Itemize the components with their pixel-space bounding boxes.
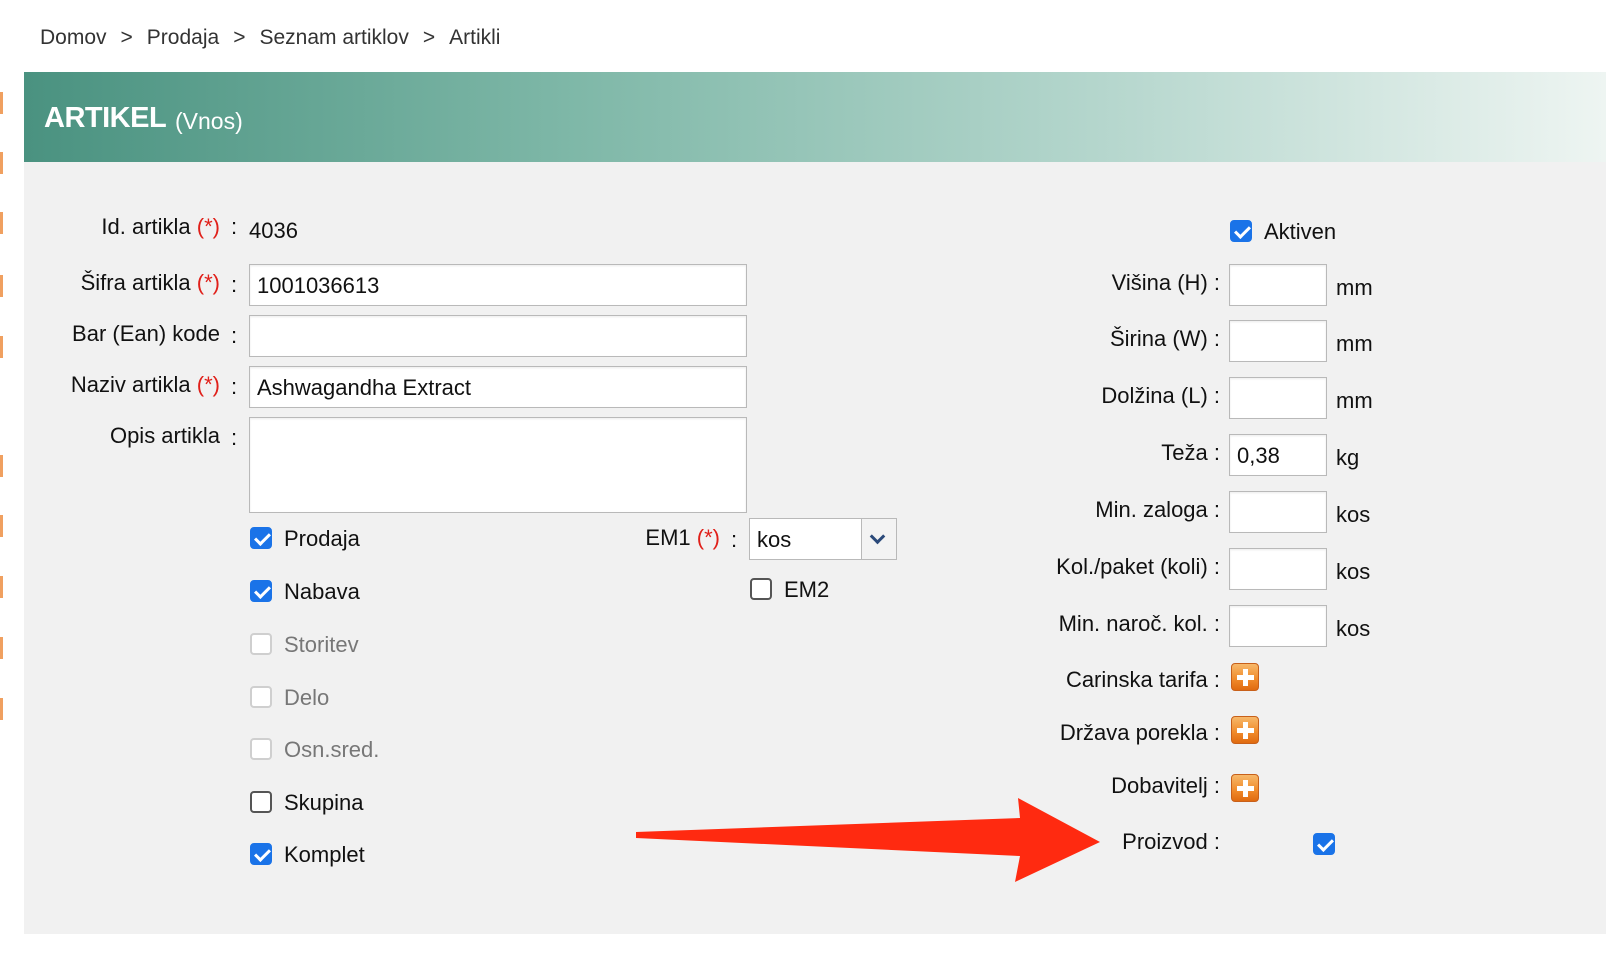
ean-input[interactable] (249, 315, 747, 357)
teza-unit: kg (1336, 445, 1360, 470)
drzava-label: Država porekla : (1059, 720, 1220, 745)
sirina-unit: mm (1336, 331, 1373, 356)
osn-sred-label: Osn.sred. (284, 737, 380, 762)
sifra-label: Šifra artikla (*) (80, 270, 220, 295)
edge-marker (0, 92, 3, 114)
skupina-label: Skupina (284, 790, 364, 815)
id-label: Id. artikla (*) (101, 214, 220, 239)
breadcrumb-item-seznam-artiklov[interactable]: Seznam artiklov (259, 26, 408, 50)
dolzina-input[interactable] (1229, 377, 1327, 419)
visina-input[interactable] (1229, 264, 1327, 306)
dolzina-unit: mm (1336, 388, 1373, 413)
page-header: ARTIKEL (Vnos) (24, 72, 1606, 162)
carinska-label: Carinska tarifa : (1065, 667, 1220, 692)
edge-marker (0, 455, 3, 477)
page-title: ARTIKEL (44, 102, 167, 134)
chevron-down-icon[interactable] (861, 519, 896, 559)
osn-sred-checkbox[interactable] (250, 738, 272, 760)
opis-textarea[interactable] (249, 417, 747, 513)
delo-checkbox[interactable] (250, 686, 272, 708)
annotation-arrow-icon (636, 798, 1100, 882)
id-value: 4036 (249, 218, 298, 243)
add-carinska-tarifa-icon[interactable] (1231, 663, 1259, 691)
kol-paket-input[interactable] (1229, 548, 1327, 590)
edge-marker (0, 336, 3, 358)
add-dobavitelj-icon[interactable] (1231, 774, 1259, 802)
em2-label: EM2 (784, 577, 830, 602)
skupina-checkbox[interactable] (250, 791, 272, 813)
teza-label: Teža : (1161, 440, 1220, 465)
nabava-checkbox[interactable] (250, 580, 272, 602)
opis-label: Opis artikla (109, 423, 220, 448)
storitev-checkbox[interactable] (250, 633, 272, 655)
prodaja-checkbox[interactable] (250, 527, 272, 549)
nabava-label: Nabava (284, 579, 360, 604)
naziv-input[interactable]: Ashwagandha Extract (249, 366, 747, 408)
edge-marker (0, 212, 3, 234)
proizvod-checkbox[interactable] (1313, 833, 1335, 855)
aktiven-label: Aktiven (1264, 219, 1337, 244)
breadcrumb-item-domov[interactable]: Domov (40, 26, 107, 50)
min-zaloga-input[interactable] (1229, 491, 1327, 533)
breadcrumb-separator: > (233, 26, 246, 49)
edge-marker (0, 576, 3, 598)
em1-selected-value: kos (757, 527, 792, 552)
min-zaloga-unit: kos (1336, 502, 1371, 527)
edge-marker (0, 637, 3, 659)
min-naroc-label: Min. naroč. kol. : (1058, 611, 1220, 636)
breadcrumb: Domov > Prodaja > Seznam artiklov > Artikli (40, 26, 500, 50)
proizvod-label: Proizvod : (1122, 829, 1220, 854)
sirina-input[interactable] (1229, 320, 1327, 362)
colon: : (231, 425, 238, 450)
breadcrumb-separator: > (422, 26, 436, 49)
edge-marker (0, 152, 3, 174)
komplet-checkbox[interactable] (250, 843, 272, 865)
prodaja-label: Prodaja (284, 526, 360, 551)
visina-unit: mm (1336, 275, 1373, 300)
edge-marker (0, 698, 3, 720)
dolzina-label: Dolžina (L) : (1101, 383, 1220, 408)
colon: : (731, 527, 738, 552)
page-subtitle: (Vnos) (175, 108, 243, 134)
breadcrumb-separator: > (120, 26, 133, 49)
visina-label: Višina (H) : (1111, 270, 1220, 295)
teza-input[interactable]: 0,38 (1229, 434, 1327, 476)
breadcrumb-item-artikli: Artikli (449, 26, 501, 49)
delo-label: Delo (284, 685, 330, 710)
edge-marker (0, 275, 3, 297)
breadcrumb-item-prodaja[interactable]: Prodaja (147, 26, 219, 50)
colon: : (231, 214, 238, 239)
sifra-input[interactable]: 1001036613 (249, 264, 747, 306)
sirina-label: Širina (W) : (1110, 326, 1220, 351)
em1-select[interactable]: kos (749, 518, 897, 560)
kol-paket-label: Kol./paket (koli) : (1056, 554, 1220, 579)
add-drzava-porekla-icon[interactable] (1231, 716, 1259, 744)
colon: : (231, 374, 238, 399)
min-naroc-input[interactable] (1229, 605, 1327, 647)
colon: : (231, 323, 238, 348)
em2-checkbox[interactable] (750, 578, 772, 600)
ean-label: Bar (Ean) kode (72, 321, 220, 346)
min-naroc-unit: kos (1336, 616, 1371, 641)
storitev-label: Storitev (284, 632, 359, 657)
dobavitelj-label: Dobavitelj : (1111, 773, 1220, 798)
naziv-label: Naziv artikla (*) (70, 372, 220, 397)
min-zaloga-label: Min. zaloga : (1095, 497, 1220, 522)
colon: : (231, 272, 238, 297)
aktiven-checkbox[interactable] (1230, 220, 1252, 242)
edge-marker (0, 515, 3, 537)
em1-label: EM1 (*) (645, 525, 720, 550)
komplet-label: Komplet (284, 842, 365, 867)
kol-paket-unit: kos (1336, 559, 1371, 584)
